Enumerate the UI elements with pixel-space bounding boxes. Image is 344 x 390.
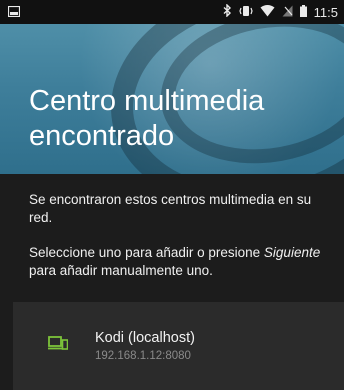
instructions-prefix: Seleccione uno para añadir o presione (29, 245, 264, 260)
host-list-item[interactable]: Kodi (localhost) 192.168.1.12:8080 (13, 302, 344, 390)
page-title: Centro multimedia encontrado (29, 85, 265, 152)
bluetooth-icon (223, 3, 232, 20)
instructions-suffix: para añadir manualmente uno. (29, 263, 213, 278)
host-name: Kodi (localhost) (95, 330, 195, 346)
media-center-icon (48, 336, 69, 350)
found-message: Se encontraron estos centros multimedia … (29, 192, 312, 225)
instructions-next-emphasis: Siguiente (263, 245, 321, 260)
notification-icon (7, 5, 21, 20)
status-time: 11:5 (313, 4, 338, 20)
no-sim-icon (282, 5, 293, 20)
host-address: 192.168.1.12:8080 (95, 350, 191, 362)
vibrate-icon (239, 5, 253, 20)
status-bar: 11:5 (0, 0, 344, 24)
battery-icon (299, 4, 307, 20)
instructions-message: Seleccione uno para añadir o presione Si… (29, 244, 334, 280)
content-area: Se encontraron estos centros multimedia … (0, 174, 344, 390)
header-banner: Centro multimedia encontrado (0, 24, 344, 174)
wifi-icon (260, 4, 275, 20)
